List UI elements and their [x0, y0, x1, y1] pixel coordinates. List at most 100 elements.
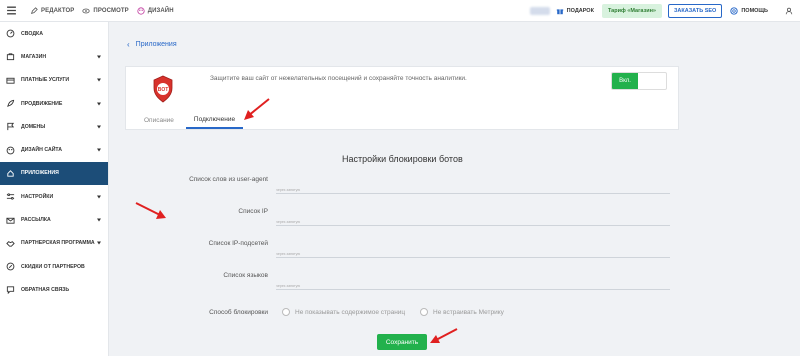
- sidebar-item-label: ПЛАТНЫЕ УСЛУГИ: [21, 77, 70, 84]
- field-hint: через запятую: [276, 188, 301, 192]
- chevron-down-icon: [97, 148, 101, 152]
- field-hint: через запятую: [276, 284, 301, 288]
- sidebar-item-6[interactable]: ПРИЛОЖЕНИЯ: [0, 161, 108, 186]
- sidebar-item-2[interactable]: ПЛАТНЫЕ УСЛУГИ: [0, 69, 108, 92]
- gift-button[interactable]: ПОДАРОК: [556, 7, 594, 15]
- main-content: ‹ Приложения BOT Защитите ваш сайт от не…: [110, 22, 800, 356]
- sidebar-item-label: ПРИЛОЖЕНИЯ: [21, 170, 59, 177]
- dashboard-icon: [6, 29, 15, 38]
- save-button[interactable]: Сохранить: [377, 334, 427, 350]
- section-title: Настройки блокировки ботов: [342, 154, 463, 164]
- handshake-icon: [6, 239, 15, 248]
- tab-description[interactable]: Описание: [136, 111, 182, 129]
- radio-no-metrika[interactable]: Не встраивать Метрику: [420, 308, 504, 316]
- order-seo-button[interactable]: ЗАКАЗАТЬ SEO: [667, 3, 723, 18]
- field-label: Список IP: [238, 208, 268, 215]
- ip-subnet-field[interactable]: Список IP-подсетей через запятую: [180, 240, 670, 264]
- apps-icon: [6, 169, 15, 178]
- annotation-arrow: [244, 98, 270, 120]
- annotation-arrow: [430, 328, 458, 343]
- chat-icon: [6, 285, 15, 295]
- preview-label: ПРОСМОТР: [93, 7, 129, 14]
- bot-shield-logo: BOT: [153, 75, 173, 103]
- sidebar-item-10[interactable]: СКИДКИ ОТ ПАРТНЕРОВ: [0, 255, 108, 278]
- field-label: Список слов из user-agent: [189, 176, 268, 183]
- sidebar-item-label: РАССЫЛКА: [21, 217, 51, 224]
- sidebar-item-8[interactable]: РАССЫЛКА: [0, 208, 108, 231]
- design-label: ДИЗАЙН: [147, 7, 174, 14]
- toggle-on-label: Вкл.: [612, 73, 638, 89]
- block-method: Способ блокировки Не показывать содержим…: [180, 308, 670, 320]
- field-underline: [276, 193, 670, 194]
- palette-icon: [6, 146, 15, 155]
- sliders-icon: [6, 192, 15, 201]
- tab-connection[interactable]: Подключение: [185, 111, 244, 129]
- discount-icon: [6, 262, 15, 271]
- chevron-down-icon: [97, 195, 101, 199]
- chevron-down-icon: [97, 125, 101, 129]
- design-button[interactable]: ДИЗАЙН: [137, 6, 174, 15]
- sidebar-item-0[interactable]: СВОДКА: [0, 22, 108, 45]
- field-underline: [276, 225, 670, 226]
- sidebar-item-label: СКИДКИ ОТ ПАРТНЕРОВ: [21, 263, 85, 270]
- sidebar-item-label: ПРОДВИЖЕНИЕ: [21, 100, 63, 107]
- sidebar-item-9[interactable]: ПАРТНЕРСКАЯ ПРОГРАММА: [0, 232, 108, 255]
- chevron-left-icon: ‹: [127, 40, 130, 49]
- help-button[interactable]: ПОМОЩЬ: [730, 6, 768, 15]
- sidebar-item-label: ДОМЕНЫ: [21, 123, 46, 130]
- sidebar-item-1[interactable]: МАГАЗИН: [0, 45, 108, 68]
- pencil-icon: [30, 6, 38, 14]
- sidebar-item-5[interactable]: ДИЗАЙН САЙТА: [0, 138, 108, 161]
- field-underline: [276, 289, 670, 290]
- chevron-down-icon: [97, 78, 101, 82]
- gift-icon: [556, 8, 563, 14]
- tariff-badge[interactable]: Тариф «Магазин»: [601, 3, 662, 18]
- account-name: [529, 6, 550, 15]
- sidebar: СВОДКА МАГАЗИН ПЛАТНЫЕ УСЛУГИ ПРОДВИЖЕНИЕ ДО…: [0, 22, 109, 356]
- radio-label: Не показывать содержимое страниц: [295, 308, 406, 316]
- method-label: Способ блокировки: [209, 309, 268, 316]
- shop-icon: [6, 52, 15, 61]
- menu-icon[interactable]: [0, 0, 22, 22]
- chevron-down-icon: [97, 102, 101, 106]
- sidebar-item-label: НАСТРОЙКИ: [21, 193, 54, 200]
- sidebar-item-label: ДИЗАЙН САЙТА: [21, 147, 63, 154]
- sidebar-item-label: СВОДКА: [21, 30, 43, 37]
- annotation-arrow: [135, 202, 166, 219]
- languages-field[interactable]: Список языков через запятую: [180, 272, 670, 296]
- bot-logo-text: BOT: [158, 87, 169, 93]
- user-icon[interactable]: [778, 0, 800, 22]
- enable-toggle[interactable]: Вкл.: [611, 72, 667, 90]
- field-label: Список языков: [223, 272, 268, 279]
- sidebar-item-3[interactable]: ПРОДВИЖЕНИЕ: [0, 92, 108, 115]
- help-icon: [730, 6, 739, 15]
- ip-list-field[interactable]: Список IP через запятую: [180, 208, 670, 232]
- sidebar-item-label: МАГАЗИН: [21, 53, 47, 60]
- preview-button[interactable]: ПРОСМОТР: [82, 7, 129, 15]
- sidebar-item-11[interactable]: ОБРАТНАЯ СВЯЗЬ: [0, 278, 108, 301]
- app-description: Защитите ваш сайт от нежелательных посещ…: [210, 75, 467, 82]
- editor-label: РЕДАКТОР: [41, 7, 75, 14]
- sidebar-item-4[interactable]: ДОМЕНЫ: [0, 115, 108, 138]
- chevron-down-icon: [97, 241, 101, 245]
- field-hint: через запятую: [276, 252, 301, 256]
- user-agent-field[interactable]: Список слов из user-agent через запятую: [180, 176, 670, 200]
- sidebar-item-7[interactable]: НАСТРОЙКИ: [0, 185, 108, 208]
- tabs: Описание Подключение: [126, 111, 244, 129]
- flag-icon: [6, 122, 15, 131]
- app-card: BOT Защитите ваш сайт от нежелательных п…: [125, 66, 679, 130]
- chevron-down-icon: [97, 218, 101, 222]
- back-label: Приложения: [135, 41, 177, 48]
- editor-button[interactable]: РЕДАКТОР: [30, 6, 75, 15]
- radio-circle: [420, 308, 428, 316]
- eye-icon: [82, 8, 91, 13]
- sidebar-item-label: ОБРАТНАЯ СВЯЗЬ: [21, 286, 70, 293]
- help-label: ПОМОЩЬ: [741, 7, 768, 14]
- back-link[interactable]: ‹ Приложения: [127, 40, 177, 49]
- top-bar: РЕДАКТОР ПРОСМОТР ДИЗАЙН ПОДАРОК Тариф «…: [0, 0, 800, 22]
- sidebar-item-label: ПАРТНЕРСКАЯ ПРОГРАММА: [21, 240, 95, 247]
- field-label: Список IP-подсетей: [208, 240, 268, 247]
- radio-hide-content[interactable]: Не показывать содержимое страниц: [282, 308, 405, 316]
- gift-label: ПОДАРОК: [566, 7, 594, 14]
- field-underline: [276, 257, 670, 258]
